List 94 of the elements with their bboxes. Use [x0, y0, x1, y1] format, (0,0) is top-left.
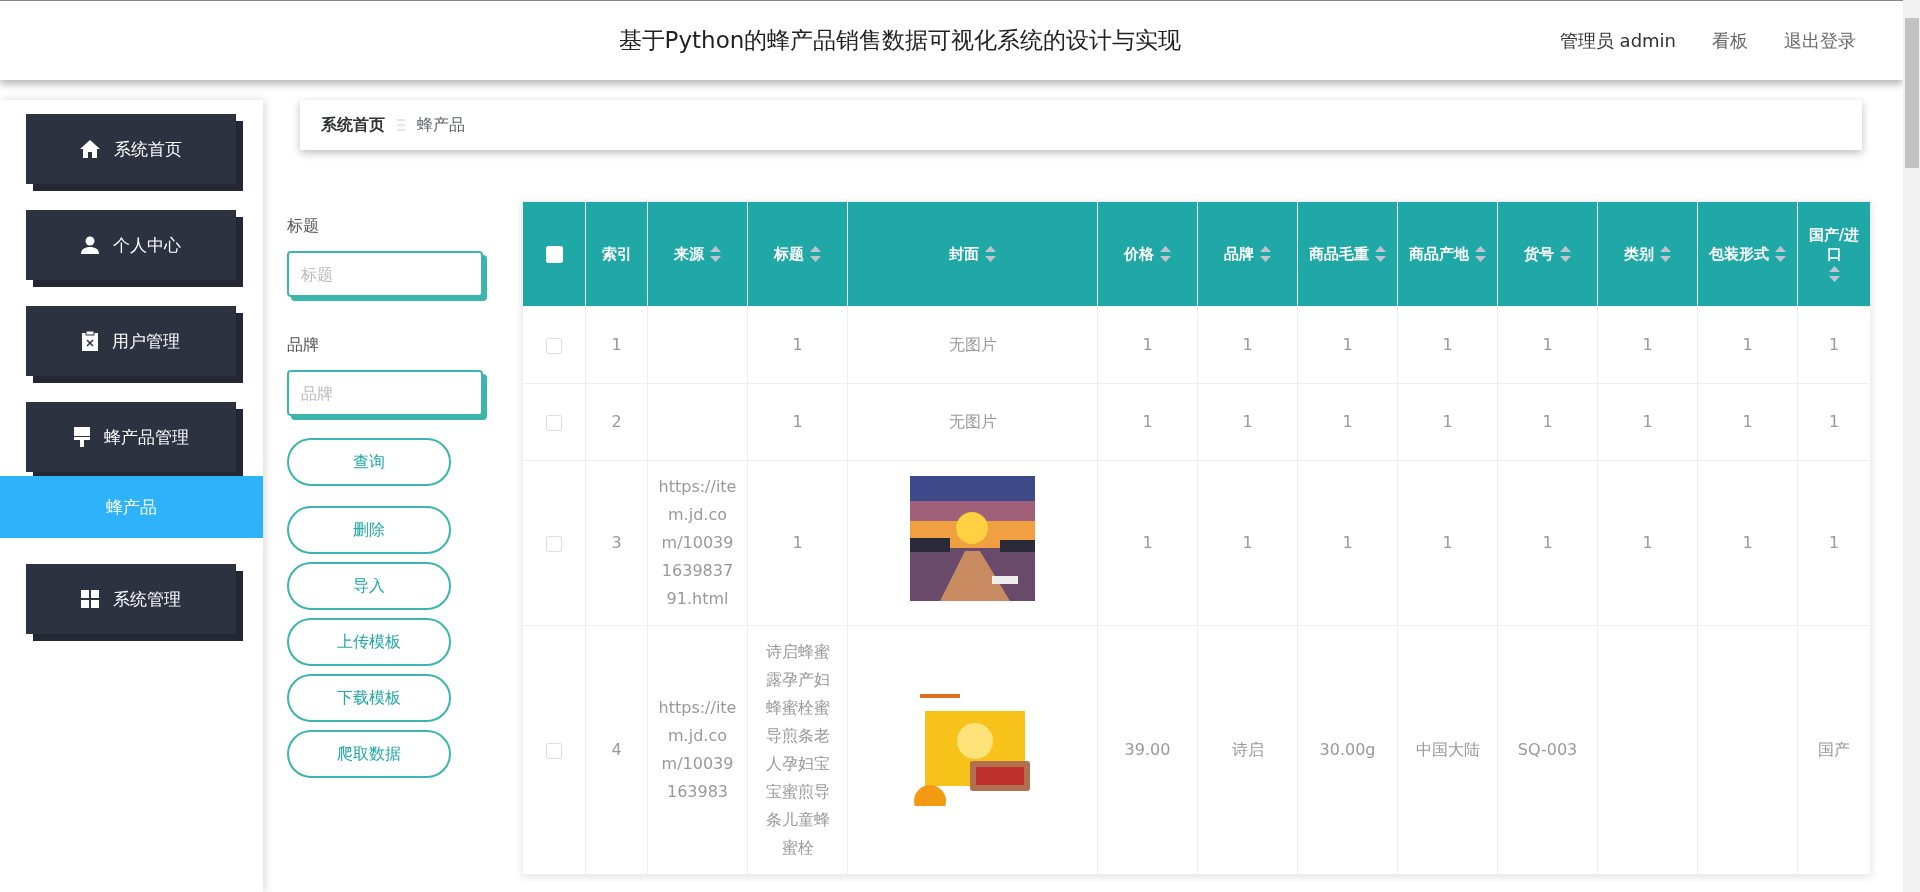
- table-cell: 1: [1242, 412, 1253, 431]
- table-cell: 30.00g: [1319, 740, 1376, 759]
- table-cell: 1: [1342, 533, 1353, 552]
- field-label: 品牌: [287, 335, 320, 356]
- table-cell: 中国大陆: [1415, 740, 1480, 759]
- action-button[interactable]: 上传模板: [287, 618, 451, 666]
- grid-icon: [81, 590, 99, 608]
- table-cell: 国产: [1818, 740, 1850, 759]
- table-cell: 1: [611, 335, 622, 354]
- table-cell: 1: [1642, 533, 1653, 552]
- sort-icon[interactable]: [810, 246, 821, 262]
- row-checkbox[interactable]: [546, 742, 562, 759]
- table-cell: 1: [1342, 335, 1353, 354]
- app-title: 基于Python的蜂产品销售数据可视化系统的设计与实现: [617, 26, 1183, 55]
- table-cell: 1: [1242, 335, 1253, 354]
- column-header[interactable]: 货号: [1497, 201, 1598, 307]
- table-cell: 1: [1442, 533, 1453, 552]
- scrollbar[interactable]: [1903, 0, 1920, 892]
- column-header[interactable]: 价格: [1097, 201, 1198, 307]
- column-header[interactable]: 封面: [847, 201, 1098, 307]
- table-cell: 无图片: [948, 412, 997, 431]
- table-cell: 1: [1542, 412, 1553, 431]
- column-header[interactable]: 商品产地: [1397, 201, 1498, 307]
- breadcrumb-link[interactable]: 蜂产品: [417, 114, 465, 136]
- action-button[interactable]: 导入: [287, 562, 451, 610]
- table-cell: 1: [1742, 533, 1753, 552]
- field-label: 标题: [287, 216, 320, 237]
- table-cell: 1: [1242, 533, 1253, 552]
- table-cell: 1: [1642, 412, 1653, 431]
- table-cell: 2: [611, 412, 622, 431]
- breadcrumb-link[interactable]: 系统首页: [321, 114, 385, 136]
- table-cell: 39.00: [1124, 740, 1171, 759]
- sort-icon[interactable]: [985, 246, 996, 262]
- search-field[interactable]: 标题: [287, 251, 483, 297]
- home-icon: [80, 140, 100, 158]
- action-button[interactable]: 删除: [287, 506, 451, 554]
- row-checkbox[interactable]: [546, 535, 562, 552]
- search-field[interactable]: 品牌: [287, 370, 483, 416]
- brush-icon: [73, 427, 90, 447]
- separator-icon: [397, 119, 405, 131]
- table-cell: 1: [1828, 335, 1840, 354]
- sort-icon[interactable]: [1560, 246, 1571, 262]
- sort-icon[interactable]: [1375, 246, 1386, 262]
- table-cell: 1: [1742, 335, 1753, 354]
- column-header[interactable]: 标题: [747, 201, 848, 307]
- sort-icon[interactable]: [1828, 266, 1840, 282]
- sidebar-subitem[interactable]: 蜂产品: [0, 476, 263, 538]
- row-checkbox[interactable]: [546, 337, 562, 354]
- table-cell: 1: [792, 412, 803, 431]
- action-button[interactable]: 爬取数据: [287, 730, 451, 778]
- table-cell: 1: [1142, 412, 1153, 431]
- table-cell: 无图片: [948, 335, 997, 354]
- action-button[interactable]: 查询: [287, 438, 451, 486]
- table-cell: 1: [1442, 412, 1453, 431]
- table-cell: 3: [611, 533, 622, 552]
- table-cell: 1: [1142, 533, 1153, 552]
- table-cell: 1: [1542, 335, 1553, 354]
- sort-icon[interactable]: [1160, 246, 1171, 262]
- table-cell: 1: [1742, 412, 1753, 431]
- clipboard-icon: [82, 331, 98, 351]
- column-header[interactable]: 来源: [647, 201, 748, 307]
- table-cell: https://item.jd.com/10039163983: [658, 698, 737, 801]
- column-header[interactable]: 索引: [585, 201, 648, 307]
- user-name[interactable]: 管理员 admin: [1559, 28, 1676, 53]
- sort-icon[interactable]: [1260, 246, 1271, 262]
- table-cell: 4: [611, 740, 622, 759]
- select-all-checkbox[interactable]: [545, 246, 563, 263]
- table-cell: 1: [1642, 335, 1653, 354]
- table-cell: SQ-003: [1517, 740, 1578, 759]
- table-cell: 1: [1828, 533, 1840, 552]
- action-button[interactable]: 下载模板: [287, 674, 451, 722]
- table-cell: 1: [1542, 533, 1553, 552]
- table-cell: 1: [1342, 412, 1353, 431]
- table-cell: 1: [792, 335, 803, 354]
- nav-link[interactable]: 退出登录: [1784, 28, 1856, 53]
- table-cell: 1: [792, 533, 803, 552]
- table-cell: https://item.jd.com/10039163983791.html: [658, 477, 737, 608]
- table-cell: 1: [1142, 335, 1153, 354]
- sort-icon[interactable]: [1475, 246, 1486, 262]
- table-cell: 1: [1442, 335, 1453, 354]
- sort-icon[interactable]: [1660, 246, 1671, 262]
- column-header[interactable]: 品牌: [1197, 201, 1298, 307]
- table-cell: 诗启: [1231, 740, 1264, 759]
- table-cell: 诗启蜂蜜露孕产妇蜂蜜栓蜜导煎条老人孕妇宝宝蜜煎导条儿童蜂蜜栓: [765, 642, 830, 857]
- sort-icon[interactable]: [710, 246, 721, 262]
- table-cell: 1: [1828, 412, 1840, 431]
- column-header[interactable]: 商品毛重: [1297, 201, 1398, 307]
- row-checkbox[interactable]: [546, 414, 562, 431]
- user-icon: [81, 236, 99, 254]
- column-header[interactable]: 国产/进口: [1797, 201, 1871, 307]
- column-header[interactable]: 包装形式: [1697, 201, 1798, 307]
- nav-link[interactable]: 看板: [1712, 28, 1748, 53]
- column-header[interactable]: 类别: [1597, 201, 1698, 307]
- sort-icon[interactable]: [1775, 246, 1786, 262]
